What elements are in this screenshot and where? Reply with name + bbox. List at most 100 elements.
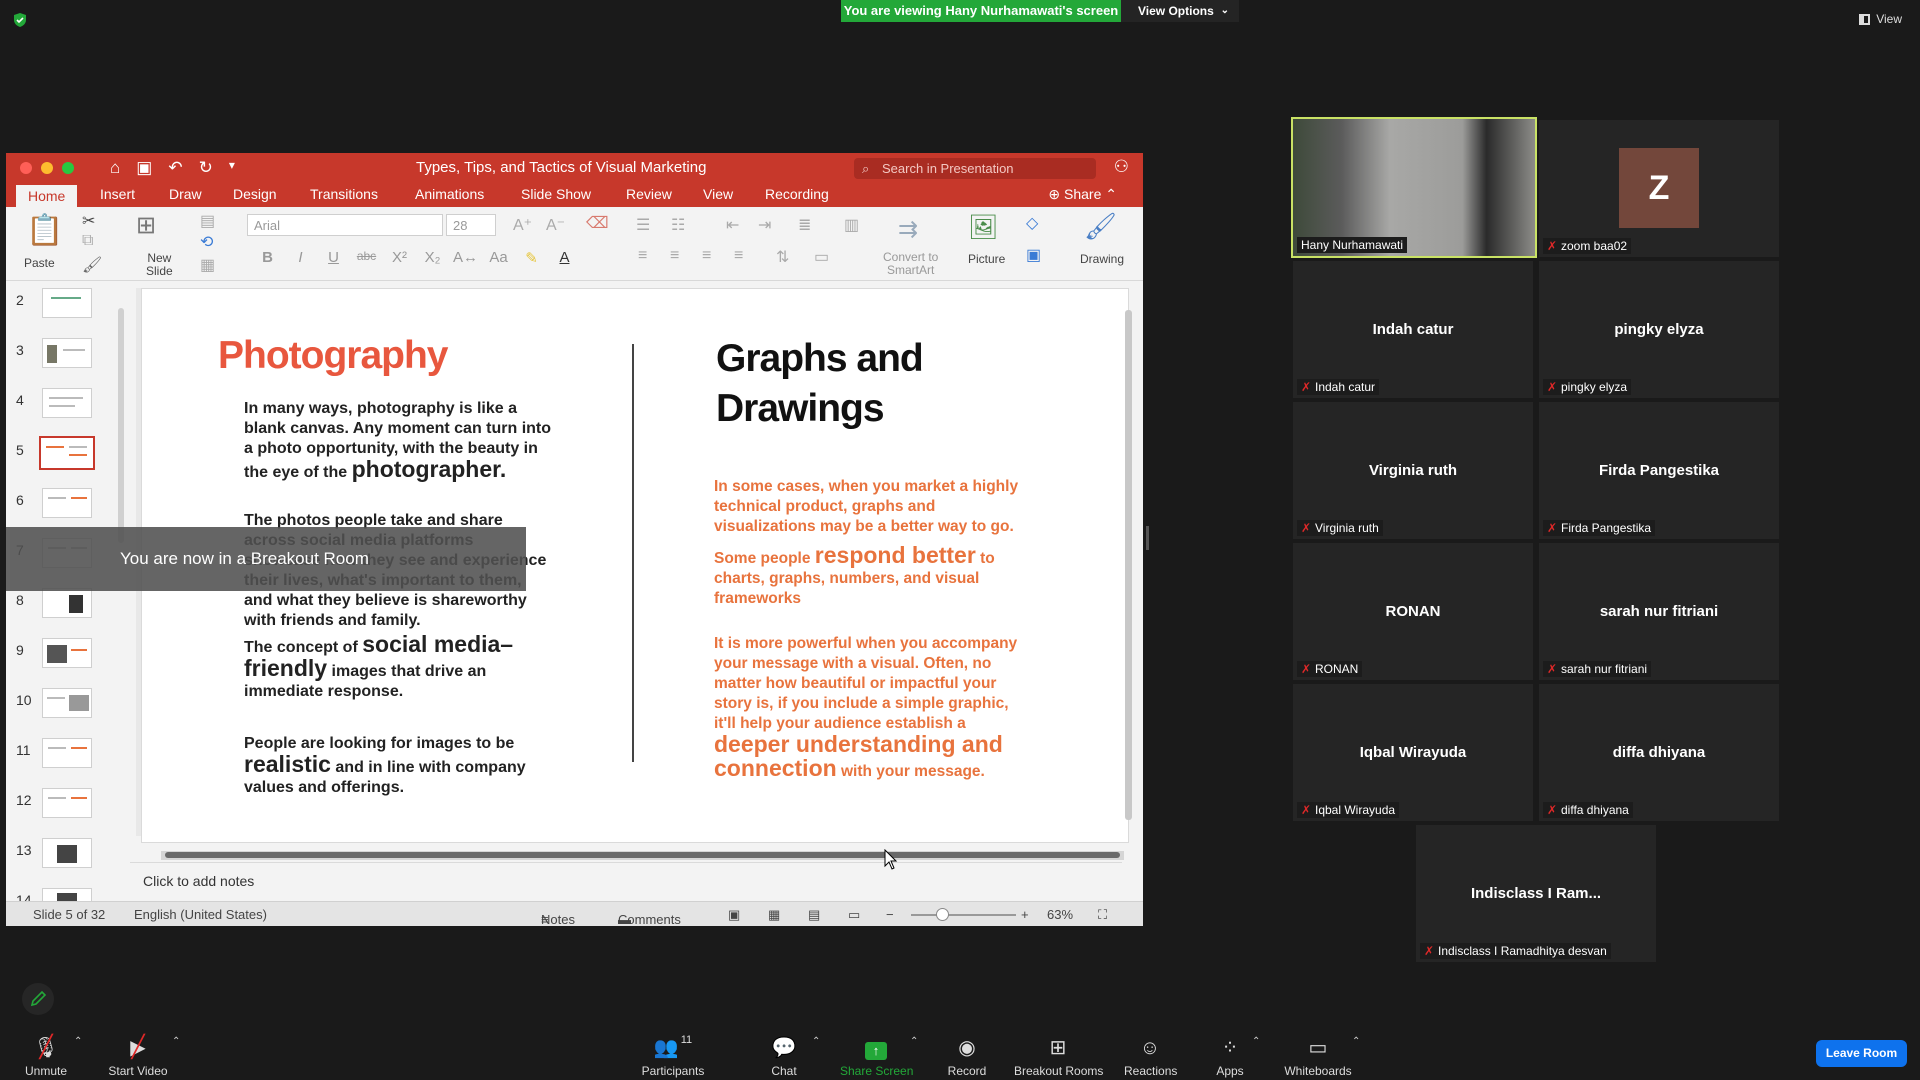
align-right-icon[interactable]: ≡ bbox=[702, 247, 711, 265]
thumbnail-slide-4[interactable]: 4 bbox=[6, 388, 131, 428]
smartart-icon[interactable]: ⇉ bbox=[898, 215, 918, 244]
format-painter-icon[interactable]: 🖌 bbox=[82, 255, 102, 275]
unmute-button[interactable]: 🎙 ╱ Unmute bbox=[20, 1030, 72, 1078]
superscript-icon[interactable]: X² bbox=[383, 249, 416, 267]
tab-view[interactable]: View bbox=[703, 186, 733, 202]
subscript-icon[interactable]: X₂ bbox=[416, 249, 449, 267]
close-window-button[interactable] bbox=[20, 162, 32, 174]
thumbnail-slide-5[interactable]: 5 bbox=[6, 436, 131, 478]
chat-options-caret[interactable]: ⌃ bbox=[812, 1036, 820, 1047]
annotate-pencil-button[interactable] bbox=[22, 983, 54, 1015]
tab-recording[interactable]: Recording bbox=[765, 186, 829, 202]
increase-indent-icon[interactable]: ⇥ bbox=[758, 215, 771, 235]
minimize-window-button[interactable] bbox=[41, 162, 53, 174]
breakout-rooms-button[interactable]: ⊞ Breakout Rooms bbox=[1014, 1030, 1103, 1078]
tab-review[interactable]: Review bbox=[626, 186, 672, 202]
align-center-icon[interactable]: ≡ bbox=[670, 247, 679, 265]
tab-transitions[interactable]: Transitions bbox=[310, 186, 378, 202]
normal-view-icon[interactable]: ▣ bbox=[728, 907, 740, 923]
justify-icon[interactable]: ≡ bbox=[734, 247, 743, 265]
tab-design[interactable]: Design bbox=[233, 186, 277, 202]
bold-icon[interactable]: B bbox=[251, 249, 284, 267]
participant-tile[interactable]: Firda Pangestika ✗ Firda Pangestika bbox=[1539, 402, 1779, 539]
tab-draw[interactable]: Draw bbox=[169, 186, 202, 202]
zoom-slider[interactable] bbox=[911, 914, 1016, 916]
zoom-level[interactable]: 63% bbox=[1047, 907, 1073, 922]
bullets-icon[interactable]: ☰ bbox=[636, 215, 650, 235]
participants-button[interactable]: 👥 11 Participants bbox=[640, 1030, 706, 1078]
clipboard-icon[interactable]: 📋 bbox=[26, 213, 63, 248]
zoom-slider-thumb[interactable] bbox=[936, 908, 949, 921]
tab-slide-show[interactable]: Slide Show bbox=[521, 186, 591, 202]
font-name-select[interactable]: Arial bbox=[247, 214, 443, 236]
underline-icon[interactable]: U bbox=[317, 249, 350, 267]
text-box-icon[interactable]: ▣ bbox=[1026, 245, 1041, 265]
slideshow-view-icon[interactable]: ▭ bbox=[848, 907, 860, 923]
language-indicator[interactable]: English (United States) bbox=[134, 907, 267, 922]
character-spacing-icon[interactable]: A↔ bbox=[449, 249, 482, 267]
participant-tile-active-speaker[interactable]: Hany Nurhamawati bbox=[1291, 117, 1537, 258]
share-screen-button[interactable]: ↑ Share Screen bbox=[840, 1030, 913, 1078]
search-presentation-input[interactable]: ⌕ Search in Presentation bbox=[854, 158, 1096, 179]
font-color-icon[interactable]: A bbox=[548, 249, 581, 267]
new-slide-icon[interactable]: ⊞ bbox=[136, 211, 156, 240]
view-button[interactable]: View bbox=[1859, 12, 1902, 26]
thumbnail-slide-3[interactable]: 3 bbox=[6, 338, 131, 378]
whiteboards-button[interactable]: ▭ Whiteboards bbox=[1282, 1030, 1354, 1078]
thumbnail-slide-9[interactable]: 9 bbox=[6, 638, 131, 678]
participant-tile[interactable]: sarah nur fitriani ✗ sarah nur fitriani bbox=[1539, 543, 1779, 680]
italic-icon[interactable]: I bbox=[284, 249, 317, 267]
whiteboards-options-caret[interactable]: ⌃ bbox=[1352, 1036, 1360, 1047]
view-options-button[interactable]: View Options ⌄ bbox=[1121, 0, 1239, 22]
screen-split-handle[interactable] bbox=[1146, 526, 1149, 550]
participant-tile[interactable]: Virginia ruth ✗ Virginia ruth bbox=[1293, 402, 1533, 539]
thumbnail-slide-10[interactable]: 10 bbox=[6, 688, 131, 728]
video-options-caret[interactable]: ⌃ bbox=[172, 1036, 180, 1047]
copy-icon[interactable]: ⧉ bbox=[82, 232, 93, 250]
font-size-select[interactable]: 28 bbox=[446, 214, 496, 236]
thumbnail-slide-6[interactable]: 6 bbox=[6, 488, 131, 528]
redo-icon[interactable]: ↻ bbox=[199, 158, 213, 178]
fit-to-window-icon[interactable]: ⛶ bbox=[1098, 907, 1107, 923]
text-direction-icon[interactable]: ⇅ bbox=[776, 247, 789, 267]
leave-room-button[interactable]: Leave Room bbox=[1816, 1040, 1907, 1067]
clear-formatting-icon[interactable]: ⌫ bbox=[586, 213, 609, 233]
thumbnail-slide-8[interactable]: 8 bbox=[6, 588, 131, 628]
decrease-font-icon[interactable]: A⁻ bbox=[546, 215, 565, 235]
scrollbar-thumb[interactable] bbox=[165, 852, 1120, 858]
start-video-button[interactable]: ▶ ╱ Start Video bbox=[106, 1030, 170, 1078]
security-shield-icon[interactable] bbox=[12, 12, 28, 28]
section-icon[interactable]: ▦ bbox=[200, 255, 215, 275]
customize-toolbar-icon[interactable]: ▾ bbox=[229, 158, 235, 178]
speaker-notes-field[interactable]: Click to add notes bbox=[130, 862, 1122, 898]
undo-icon[interactable]: ↶ bbox=[168, 158, 182, 178]
tab-insert[interactable]: Insert bbox=[100, 186, 135, 202]
reset-icon[interactable]: ⟲ bbox=[200, 232, 213, 252]
participant-tile[interactable]: Indah catur ✗ Indah catur bbox=[1293, 261, 1533, 398]
columns-icon[interactable]: ▥ bbox=[844, 215, 859, 235]
apps-options-caret[interactable]: ⌃ bbox=[1252, 1036, 1260, 1047]
strikethrough-icon[interactable]: abc bbox=[350, 249, 383, 267]
tab-animations[interactable]: Animations bbox=[415, 186, 484, 202]
save-icon[interactable]: ▣ bbox=[136, 158, 152, 178]
reactions-button[interactable]: ☺ Reactions bbox=[1124, 1030, 1177, 1078]
change-case-icon[interactable]: Aa bbox=[482, 249, 515, 267]
record-button[interactable]: ◉ Record bbox=[944, 1030, 990, 1078]
line-spacing-icon[interactable]: ≣ bbox=[798, 215, 811, 235]
share-button[interactable]: ⊕ Share ⌃ bbox=[1048, 186, 1117, 203]
thumbnail-slide-13[interactable]: 13 bbox=[6, 838, 131, 878]
increase-font-icon[interactable]: A⁺ bbox=[513, 215, 532, 235]
chat-button[interactable]: 💬 Chat bbox=[764, 1030, 804, 1078]
drawing-icon[interactable]: 🖌 bbox=[1084, 211, 1117, 242]
person-icon[interactable]: ⚇ bbox=[1114, 157, 1129, 177]
maximize-window-button[interactable] bbox=[62, 162, 74, 174]
thumbnail-slide-2[interactable]: 2 bbox=[6, 288, 131, 328]
cut-icon[interactable]: ✂ bbox=[82, 211, 95, 231]
picture-icon[interactable]: 🖼 bbox=[968, 213, 998, 242]
participant-tile[interactable]: pingky elyza ✗ pingky elyza bbox=[1539, 261, 1779, 398]
share-options-caret[interactable]: ⌃ bbox=[910, 1036, 918, 1047]
thumbnail-slide-12[interactable]: 12 bbox=[6, 788, 131, 828]
reading-view-icon[interactable]: ▤ bbox=[808, 907, 820, 923]
thumbnail-slide-11[interactable]: 11 bbox=[6, 738, 131, 778]
participant-tile[interactable]: Indisclass I Ram... ✗ Indisclass I Ramadh… bbox=[1416, 825, 1656, 962]
